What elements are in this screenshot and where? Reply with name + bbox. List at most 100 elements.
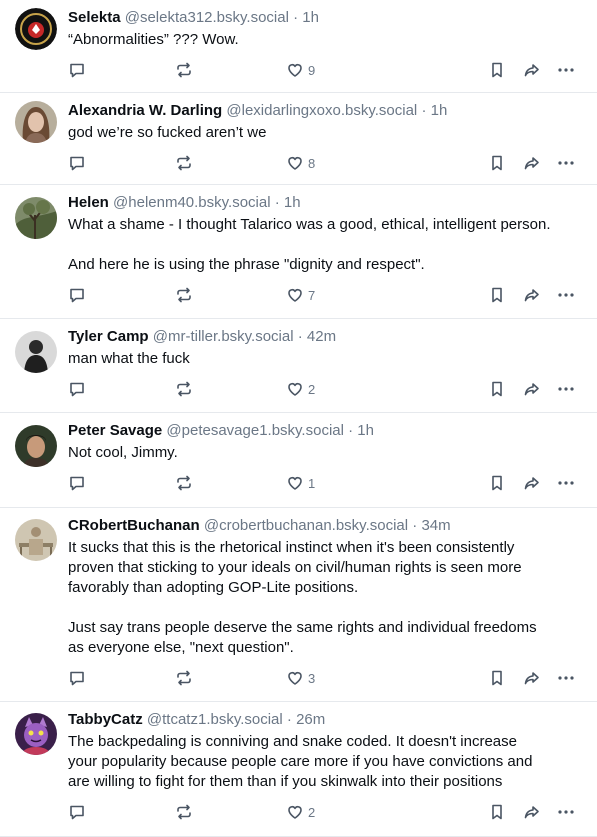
post[interactable]: Alexandria W. Darling @lexidarlingxoxo.b… xyxy=(0,93,597,185)
author-name[interactable]: Alexandria W. Darling xyxy=(68,102,222,119)
bookmark-icon xyxy=(492,62,502,78)
reply-button[interactable] xyxy=(68,668,86,688)
repost-icon xyxy=(177,62,191,78)
share-icon xyxy=(524,383,539,396)
post[interactable]: CRobertBuchanan @crobertbuchanan.bsky.so… xyxy=(0,508,597,702)
author-handle[interactable]: @lexidarlingxoxo.bsky.social xyxy=(226,102,417,119)
reply-button[interactable] xyxy=(68,379,86,399)
like-button[interactable]: 1 xyxy=(286,473,315,493)
repost-button[interactable] xyxy=(175,802,193,822)
like-button[interactable]: 9 xyxy=(286,60,315,80)
share-button[interactable] xyxy=(523,60,541,80)
author-name[interactable]: CRobertBuchanan xyxy=(68,517,200,534)
bookmark-button[interactable] xyxy=(488,285,506,305)
more-icon xyxy=(558,481,574,485)
post-feed: Selekta @selekta312.bsky.social · 1h “Ab… xyxy=(0,0,597,837)
post-time[interactable]: 1h xyxy=(284,194,301,211)
separator-dot: · xyxy=(293,9,299,26)
post[interactable]: TabbyCatz @ttcatz1.bsky.social · 26m The… xyxy=(0,702,597,837)
more-options-button[interactable] xyxy=(557,60,575,80)
share-button[interactable] xyxy=(523,285,541,305)
heart-icon xyxy=(288,157,302,170)
share-button[interactable] xyxy=(523,153,541,173)
post-time[interactable]: 1h xyxy=(357,422,374,439)
repost-button[interactable] xyxy=(175,153,193,173)
avatar[interactable] xyxy=(15,331,57,373)
repost-button[interactable] xyxy=(175,473,193,493)
reply-button[interactable] xyxy=(68,802,86,822)
more-options-button[interactable] xyxy=(557,379,575,399)
avatar[interactable] xyxy=(15,8,57,50)
post-time[interactable]: 1h xyxy=(431,102,448,119)
more-options-button[interactable] xyxy=(557,285,575,305)
reply-button[interactable] xyxy=(68,473,86,493)
post-actions: 3 xyxy=(68,658,581,698)
repost-button[interactable] xyxy=(175,60,193,80)
separator-dot: · xyxy=(274,194,280,211)
author-handle[interactable]: @petesavage1.bsky.social xyxy=(166,422,344,439)
like-button[interactable]: 7 xyxy=(286,285,315,305)
bookmark-button[interactable] xyxy=(488,60,506,80)
avatar[interactable] xyxy=(15,713,57,755)
reply-button[interactable] xyxy=(68,285,86,305)
post-time[interactable]: 26m xyxy=(296,711,325,728)
author-handle[interactable]: @helenm40.bsky.social xyxy=(113,194,271,211)
repost-button[interactable] xyxy=(175,668,193,688)
post-header: Tyler Camp @mr-tiller.bsky.social · 42m xyxy=(68,327,581,346)
author-name[interactable]: TabbyCatz xyxy=(68,711,143,728)
post-time[interactable]: 1h xyxy=(302,9,319,26)
more-options-button[interactable] xyxy=(557,668,575,688)
like-button[interactable]: 2 xyxy=(286,379,315,399)
more-icon xyxy=(558,68,574,72)
heart-icon xyxy=(288,383,302,396)
author-name[interactable]: Selekta xyxy=(68,9,121,26)
avatar[interactable] xyxy=(15,519,57,561)
repost-icon xyxy=(177,155,191,171)
bookmark-button[interactable] xyxy=(488,153,506,173)
post-actions: 2 xyxy=(68,369,581,409)
like-button[interactable]: 8 xyxy=(286,153,315,173)
author-name[interactable]: Tyler Camp xyxy=(68,328,149,345)
share-button[interactable] xyxy=(523,802,541,822)
like-button[interactable]: 3 xyxy=(286,668,315,688)
author-name[interactable]: Peter Savage xyxy=(68,422,162,439)
like-count: 2 xyxy=(308,381,316,397)
author-handle[interactable]: @selekta312.bsky.social xyxy=(125,9,289,26)
post[interactable]: Peter Savage @petesavage1.bsky.social · … xyxy=(0,413,597,508)
share-button[interactable] xyxy=(523,379,541,399)
post[interactable]: Tyler Camp @mr-tiller.bsky.social · 42m … xyxy=(0,319,597,413)
reply-button[interactable] xyxy=(68,153,86,173)
share-button[interactable] xyxy=(523,668,541,688)
reply-icon xyxy=(70,156,84,171)
author-handle[interactable]: @ttcatz1.bsky.social xyxy=(147,711,283,728)
separator-dot: · xyxy=(348,422,354,439)
reply-icon xyxy=(70,805,84,820)
more-options-button[interactable] xyxy=(557,153,575,173)
post-header: TabbyCatz @ttcatz1.bsky.social · 26m xyxy=(68,710,581,729)
bookmark-button[interactable] xyxy=(488,802,506,822)
more-options-button[interactable] xyxy=(557,473,575,493)
avatar[interactable] xyxy=(15,425,57,467)
avatar[interactable] xyxy=(15,101,57,143)
avatar[interactable] xyxy=(15,197,57,239)
author-name[interactable]: Helen xyxy=(68,194,109,211)
repost-button[interactable] xyxy=(175,379,193,399)
post-time[interactable]: 34m xyxy=(421,517,450,534)
bookmark-button[interactable] xyxy=(488,379,506,399)
reply-icon xyxy=(70,63,84,78)
heart-icon xyxy=(288,64,302,77)
post[interactable]: Helen @helenm40.bsky.social · 1h What a … xyxy=(0,185,597,319)
post-actions: 7 xyxy=(68,275,581,315)
post-time[interactable]: 42m xyxy=(307,328,336,345)
reply-button[interactable] xyxy=(68,60,86,80)
author-handle[interactable]: @mr-tiller.bsky.social xyxy=(153,328,294,345)
more-options-button[interactable] xyxy=(557,802,575,822)
post[interactable]: Selekta @selekta312.bsky.social · 1h “Ab… xyxy=(0,0,597,93)
bookmark-button[interactable] xyxy=(488,668,506,688)
bookmark-button[interactable] xyxy=(488,473,506,493)
share-button[interactable] xyxy=(523,473,541,493)
like-button[interactable]: 2 xyxy=(286,802,315,822)
heart-icon xyxy=(288,806,302,819)
author-handle[interactable]: @crobertbuchanan.bsky.social xyxy=(204,517,408,534)
repost-button[interactable] xyxy=(175,285,193,305)
